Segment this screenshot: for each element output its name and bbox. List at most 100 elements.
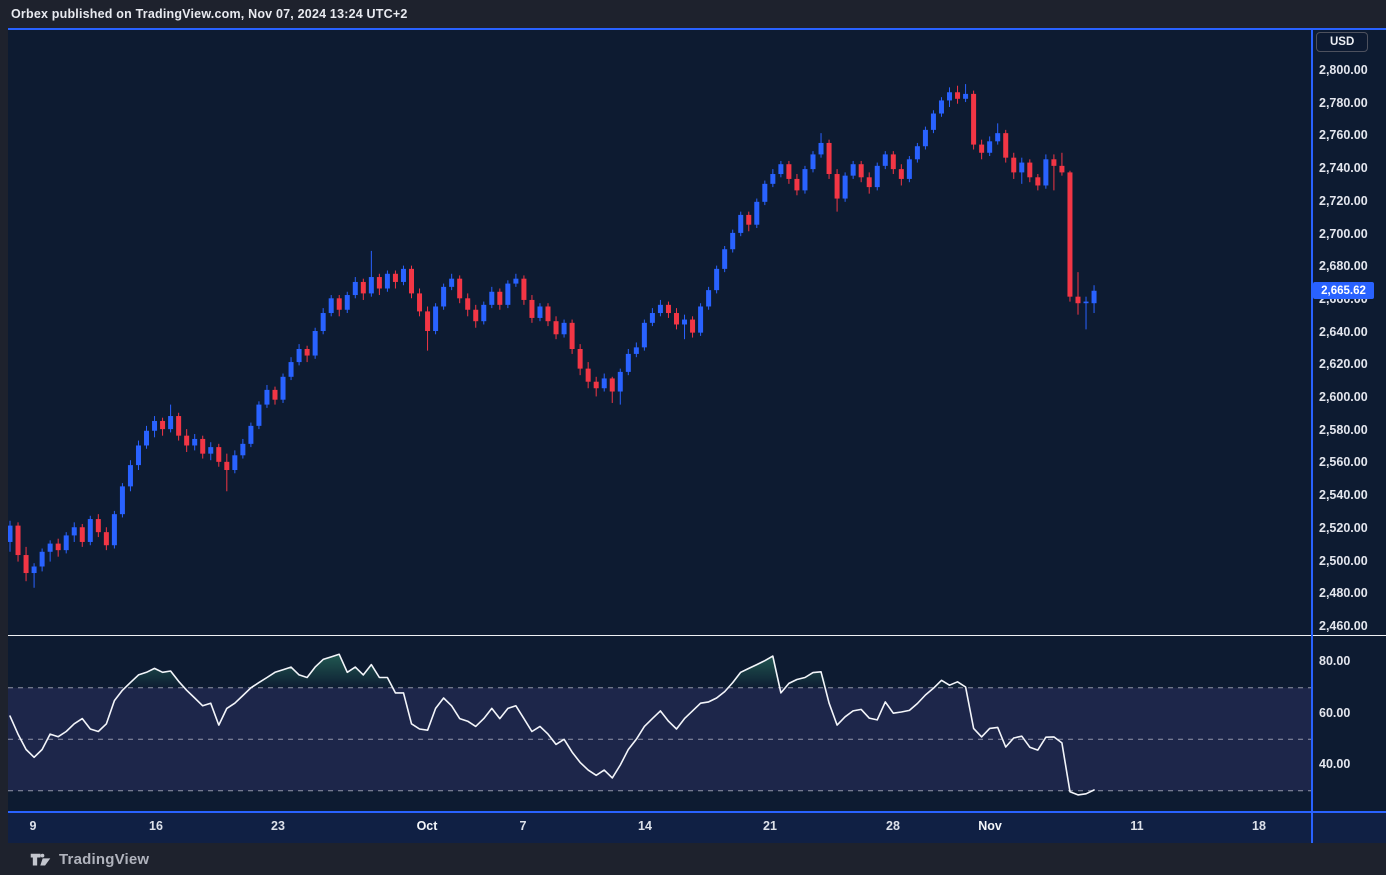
time-axis-label: 7 — [520, 819, 527, 833]
chart-canvas[interactable] — [0, 0, 1386, 875]
candle — [168, 405, 173, 433]
candle — [987, 136, 992, 156]
candle — [56, 539, 61, 557]
candle — [72, 522, 77, 542]
candle — [337, 295, 342, 316]
price-axis-label: 2,600.00 — [1319, 390, 1368, 404]
candle — [1059, 153, 1064, 176]
candle — [457, 275, 462, 303]
candle — [385, 271, 390, 292]
time-axis-label: 11 — [1130, 819, 1143, 833]
candle — [497, 288, 502, 309]
candle — [104, 527, 109, 550]
time-axis-label: 21 — [763, 819, 777, 833]
tradingview-brand: TradingView — [59, 851, 149, 868]
price-axis-label: 2,800.00 — [1319, 63, 1368, 77]
candle — [963, 84, 968, 102]
time-axis-label-month: Nov — [978, 819, 1002, 833]
candle — [425, 306, 430, 350]
candle — [907, 156, 912, 182]
candle — [393, 271, 398, 289]
candle — [690, 316, 695, 337]
candle — [144, 426, 149, 449]
candle — [160, 418, 165, 436]
candle — [754, 199, 759, 228]
candle — [674, 308, 679, 329]
pane-separator[interactable] — [8, 635, 1386, 636]
candle — [537, 303, 542, 321]
candle — [232, 450, 237, 473]
rsi-pane[interactable] — [8, 654, 1311, 795]
candle — [827, 140, 832, 179]
rsi-overbought-area — [10, 654, 1094, 688]
candle — [80, 524, 85, 547]
candle — [417, 288, 422, 316]
rsi-axis-label: 40.00 — [1319, 757, 1350, 771]
candle — [224, 454, 229, 492]
candle — [465, 293, 470, 316]
candle — [529, 295, 534, 323]
candle — [835, 169, 840, 212]
time-axis-label: 23 — [271, 819, 285, 833]
price-axis-label: 2,760.00 — [1319, 128, 1368, 142]
time-axis-label: 28 — [886, 819, 900, 833]
candle — [546, 303, 551, 326]
candle — [995, 123, 1000, 144]
candle — [562, 320, 567, 338]
candle — [811, 151, 816, 172]
candle — [120, 483, 125, 517]
candle — [955, 86, 960, 104]
candle — [1067, 171, 1072, 302]
price-axis-label: 2,700.00 — [1319, 227, 1368, 241]
candle — [1043, 154, 1048, 188]
candle — [32, 563, 37, 588]
candle — [634, 342, 639, 357]
price-axis-label: 2,540.00 — [1319, 488, 1368, 502]
candle — [626, 349, 631, 375]
candle — [730, 230, 735, 253]
candle — [554, 316, 559, 339]
candle — [947, 87, 952, 107]
candle — [433, 303, 438, 334]
price-pane[interactable] — [8, 84, 1097, 588]
candle — [256, 401, 261, 429]
candle — [409, 266, 414, 299]
candle — [473, 305, 478, 328]
candle — [16, 522, 21, 561]
last-price-tag: 2,665.62 — [1313, 282, 1374, 299]
candle — [1035, 174, 1040, 190]
chart-top-border — [8, 28, 1386, 30]
candle — [1011, 153, 1016, 179]
candle — [578, 344, 583, 375]
candle — [658, 300, 663, 316]
candle — [1051, 154, 1056, 190]
candle — [449, 274, 454, 290]
candle — [521, 275, 526, 304]
candle — [401, 266, 406, 286]
candle — [184, 429, 189, 452]
price-axis-label: 2,780.00 — [1319, 96, 1368, 110]
candle — [706, 287, 711, 310]
candle — [208, 442, 213, 460]
candle — [618, 369, 623, 405]
candle — [770, 169, 775, 187]
tradingview-attribution[interactable]: TradingView — [30, 850, 149, 869]
candle — [361, 279, 366, 300]
candle — [345, 292, 350, 313]
candle — [264, 385, 269, 408]
price-axis-label: 2,500.00 — [1319, 554, 1368, 568]
candle — [642, 320, 647, 351]
candle — [192, 434, 197, 450]
time-axis-label: 16 — [149, 819, 163, 833]
candle — [377, 274, 382, 295]
candle — [594, 377, 599, 397]
candle — [923, 127, 928, 150]
candle — [698, 303, 703, 336]
candle — [939, 97, 944, 117]
time-axis-label: 14 — [638, 819, 652, 833]
rsi-bottom-border — [8, 811, 1386, 813]
candle — [369, 251, 374, 297]
price-axis-label: 2,720.00 — [1319, 194, 1368, 208]
price-axis-label: 2,460.00 — [1319, 619, 1368, 633]
currency-button[interactable]: USD — [1316, 32, 1368, 52]
